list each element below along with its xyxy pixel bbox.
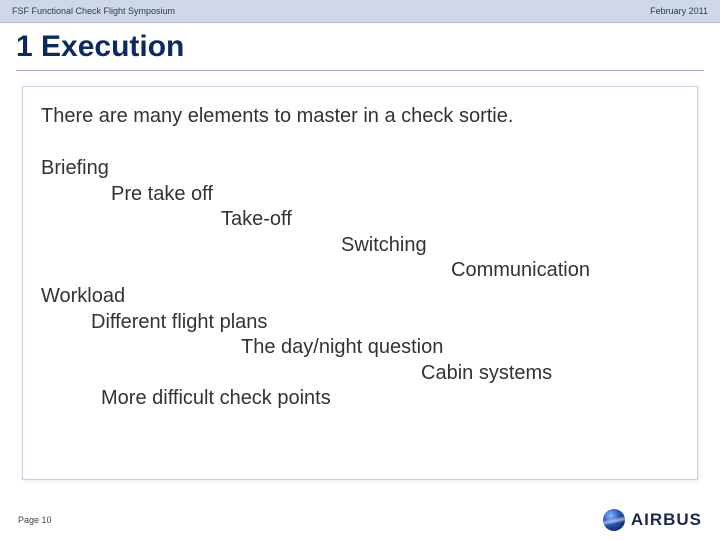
step-day-night: The day/night question [241, 335, 685, 361]
brand-logo: AIRBUS [603, 509, 702, 531]
step-check-points: More difficult check points [101, 386, 685, 412]
footer: Page 10 AIRBUS [0, 500, 720, 540]
globe-icon [603, 509, 625, 531]
step-switching: Switching [341, 233, 685, 259]
step-workload: Workload [41, 284, 685, 310]
step-take-off: Take-off [221, 207, 685, 233]
lead-text: There are many elements to master in a c… [41, 105, 685, 128]
content-box: There are many elements to master in a c… [22, 86, 698, 480]
step-communication: Communication [451, 258, 685, 284]
header-bar: FSF Functional Check Flight Symposium Fe… [0, 0, 720, 23]
header-date: February 2011 [650, 6, 708, 16]
header-left: FSF Functional Check Flight Symposium [12, 6, 175, 16]
title-rule [16, 70, 704, 71]
page-number: Page 10 [18, 515, 52, 525]
step-pre-take-off: Pre take off [111, 182, 685, 208]
title-block: 1 Execution [16, 30, 704, 71]
step-flight-plans: Different flight plans [91, 310, 685, 336]
step-cabin-systems: Cabin systems [421, 361, 685, 387]
step-briefing: Briefing [41, 156, 685, 182]
brand-text: AIRBUS [631, 510, 702, 530]
slide: FSF Functional Check Flight Symposium Fe… [0, 0, 720, 540]
page-title: 1 Execution [16, 30, 704, 64]
